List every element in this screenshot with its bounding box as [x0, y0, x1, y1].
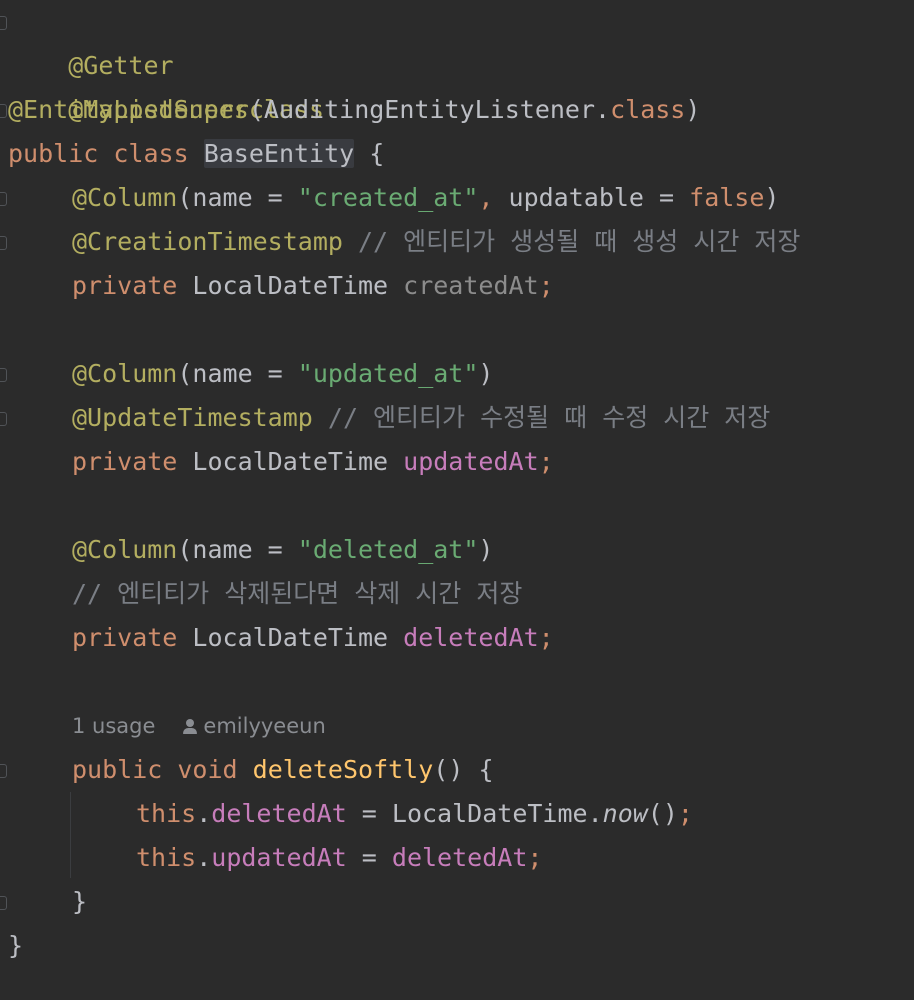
fold-marker-icon[interactable] — [0, 412, 7, 426]
fold-marker-icon[interactable] — [0, 192, 7, 206]
keyword-token: void — [177, 755, 238, 784]
keyword-token: class — [113, 139, 189, 168]
string-token: "deleted_at" — [297, 535, 479, 564]
fold-marker-icon[interactable] — [0, 236, 7, 250]
indent-guide — [70, 792, 71, 878]
punct-token: ( — [248, 95, 264, 124]
keyword-token: private — [72, 447, 178, 476]
punct-token: (name = — [177, 535, 298, 564]
punct-token: ) — [764, 183, 780, 212]
field-token: updatedAt — [211, 843, 347, 872]
type-token: LocalDateTime — [192, 623, 389, 652]
keyword-token: this — [136, 843, 197, 872]
annotation-token: @Column — [72, 183, 178, 212]
keyword-token: false — [689, 183, 765, 212]
fold-marker-icon[interactable] — [0, 368, 7, 382]
punct-token: (name = — [177, 359, 298, 388]
keyword-token: private — [72, 623, 178, 652]
annotation-token: @Column — [72, 359, 178, 388]
code-line[interactable]: @UpdateTimestamp // 엔티티가 수정될 때 수정 시간 저장 — [72, 396, 770, 440]
keyword-token: this — [136, 799, 197, 828]
fold-marker-icon[interactable] — [0, 104, 7, 118]
punct-token: ) — [478, 535, 494, 564]
author-link[interactable]: emilyyeeun — [203, 714, 325, 738]
punct-token: (name = — [177, 183, 298, 212]
field-token: deletedAt — [211, 799, 347, 828]
code-line[interactable]: this.deletedAt = LocalDateTime.now(); — [136, 792, 693, 836]
annotation-token: @UpdateTimestamp — [72, 403, 313, 432]
fold-marker-icon[interactable] — [0, 896, 7, 910]
type-token: LocalDateTime — [192, 447, 389, 476]
code-line[interactable]: @EntityListeners(AuditingEntityListener.… — [8, 88, 700, 132]
punct-token: ; — [527, 843, 543, 872]
field-token: updatedAt — [403, 447, 539, 476]
punct-token: ; — [538, 623, 554, 652]
annotation-token: @Column — [72, 535, 178, 564]
annotation-token: @CreationTimestamp — [72, 227, 343, 256]
annotation-token: @EntityListeners — [8, 95, 249, 124]
code-vision-hint[interactable]: 1 usage emilyyeeun — [72, 706, 326, 746]
fold-marker-icon[interactable] — [0, 764, 7, 778]
code-line[interactable]: @Column(name = "created_at", updatable =… — [72, 176, 779, 220]
fold-marker-icon[interactable] — [0, 16, 7, 30]
punct-token: { — [369, 139, 385, 168]
field-token: createdAt — [403, 271, 539, 300]
method-name-token: deleteSoftly — [252, 755, 434, 784]
method-call-token: now — [602, 799, 648, 828]
punct-token: } — [8, 931, 24, 960]
class-token: AuditingEntityListener — [263, 95, 596, 124]
comment-token: // 엔티티가 생성될 때 생성 시간 저장 — [358, 227, 801, 256]
param-token: updatable = — [508, 183, 690, 212]
punct-token: . — [196, 843, 212, 872]
code-line[interactable]: } — [72, 880, 87, 924]
punct-token: = — [346, 843, 392, 872]
string-token: "updated_at" — [297, 359, 479, 388]
code-line[interactable]: public void deleteSoftly() { — [72, 748, 494, 792]
string-token: "created_at" — [297, 183, 479, 212]
code-line[interactable]: // 엔티티가 삭제된다면 삭제 시간 저장 — [72, 572, 522, 616]
code-line[interactable]: private LocalDateTime updatedAt; — [72, 440, 554, 484]
comment-token: // 엔티티가 삭제된다면 삭제 시간 저장 — [72, 579, 523, 608]
punct-token: , — [478, 183, 509, 212]
punct-token: = — [346, 799, 392, 828]
keyword-token: public — [8, 139, 99, 168]
code-line[interactable]: @Getter — [8, 0, 173, 80]
comment-token: // 엔티티가 수정될 때 수정 시간 저장 — [327, 403, 771, 432]
punct-token: . — [595, 95, 611, 124]
code-line[interactable]: public class BaseEntity { — [8, 132, 384, 176]
class-name-token: BaseEntity — [203, 139, 355, 168]
keyword-token: class — [610, 95, 686, 124]
code-line[interactable]: private LocalDateTime deletedAt; — [72, 616, 554, 660]
punct-token: ; — [538, 271, 554, 300]
code-line[interactable]: @Column(name = "deleted_at") — [72, 528, 493, 572]
usages-link[interactable]: 1 usage — [72, 714, 155, 738]
punct-token: . — [196, 799, 212, 828]
code-editor[interactable]: @Getter @MappedSuperclass @EntityListene… — [0, 0, 914, 1000]
keyword-token: public — [72, 755, 163, 784]
punct-token: { — [478, 755, 494, 784]
punct-token: () — [433, 755, 479, 784]
punct-token: ; — [538, 447, 554, 476]
user-icon — [183, 719, 198, 735]
code-line[interactable]: @CreationTimestamp // 엔티티가 생성될 때 생성 시간 저… — [72, 220, 800, 264]
code-line[interactable]: @Column(name = "updated_at") — [72, 352, 493, 396]
keyword-token: private — [72, 271, 178, 300]
punct-token: . — [587, 799, 603, 828]
class-token: LocalDateTime — [391, 799, 588, 828]
punct-token: ) — [478, 359, 494, 388]
code-line[interactable]: } — [8, 924, 23, 968]
code-line[interactable]: @MappedSuperclass — [8, 44, 324, 124]
punct-token: } — [72, 887, 88, 916]
code-line[interactable]: private LocalDateTime createdAt; — [72, 264, 554, 308]
punct-token: () — [647, 799, 678, 828]
punct-token: ; — [677, 799, 693, 828]
field-token: deletedAt — [403, 623, 539, 652]
field-token: deletedAt — [391, 843, 528, 872]
type-token: LocalDateTime — [192, 271, 389, 300]
punct-token: ) — [685, 95, 701, 124]
code-line[interactable]: this.updatedAt = deletedAt; — [136, 836, 542, 880]
